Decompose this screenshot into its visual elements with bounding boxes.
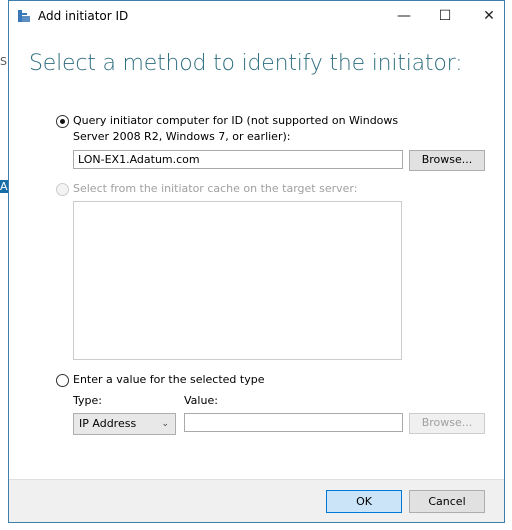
background-text: S xyxy=(0,55,7,68)
value-label: Value: xyxy=(184,394,218,407)
query-label-2: Server 2008 R2, Windows 7, or earlier): xyxy=(73,130,291,143)
cache-radio[interactable] xyxy=(56,183,69,196)
value-option-label: Enter a value for the selected type xyxy=(73,373,265,386)
value-radio[interactable] xyxy=(56,374,69,387)
dialog-footer: OK Cancel xyxy=(9,479,504,522)
type-label: Type: xyxy=(73,394,102,407)
query-browse-button[interactable]: Browse... xyxy=(409,150,485,171)
type-dropdown[interactable]: IP Address ⌄ xyxy=(73,413,176,435)
window-title: Add initiator ID xyxy=(38,9,129,23)
ok-button[interactable]: OK xyxy=(326,490,402,513)
title-bar: Add initiator ID — ☐ ✕ xyxy=(9,1,504,31)
type-selected: IP Address xyxy=(79,417,137,430)
query-label-1: Query initiator computer for ID (not sup… xyxy=(73,114,399,127)
value-browse-button[interactable]: Browse... xyxy=(409,413,485,434)
background-selection: A xyxy=(0,180,8,193)
cancel-button[interactable]: Cancel xyxy=(409,490,485,513)
query-radio[interactable] xyxy=(56,115,69,128)
maximize-button[interactable]: ☐ xyxy=(430,5,460,27)
chevron-down-icon: ⌄ xyxy=(161,419,169,429)
initiator-cache-list[interactable] xyxy=(73,201,402,360)
initiator-icon xyxy=(18,10,30,22)
page-title: Select a method to identify the initiato… xyxy=(29,51,463,76)
cache-label: Select from the initiator cache on the t… xyxy=(73,182,358,195)
dialog-window: Add initiator ID — ☐ ✕ Select a method t… xyxy=(8,0,505,523)
value-input[interactable] xyxy=(184,413,403,432)
minimize-button[interactable]: — xyxy=(389,5,419,27)
computer-name-input[interactable]: LON-EX1.Adatum.com xyxy=(73,150,403,169)
close-button[interactable]: ✕ xyxy=(474,5,504,27)
